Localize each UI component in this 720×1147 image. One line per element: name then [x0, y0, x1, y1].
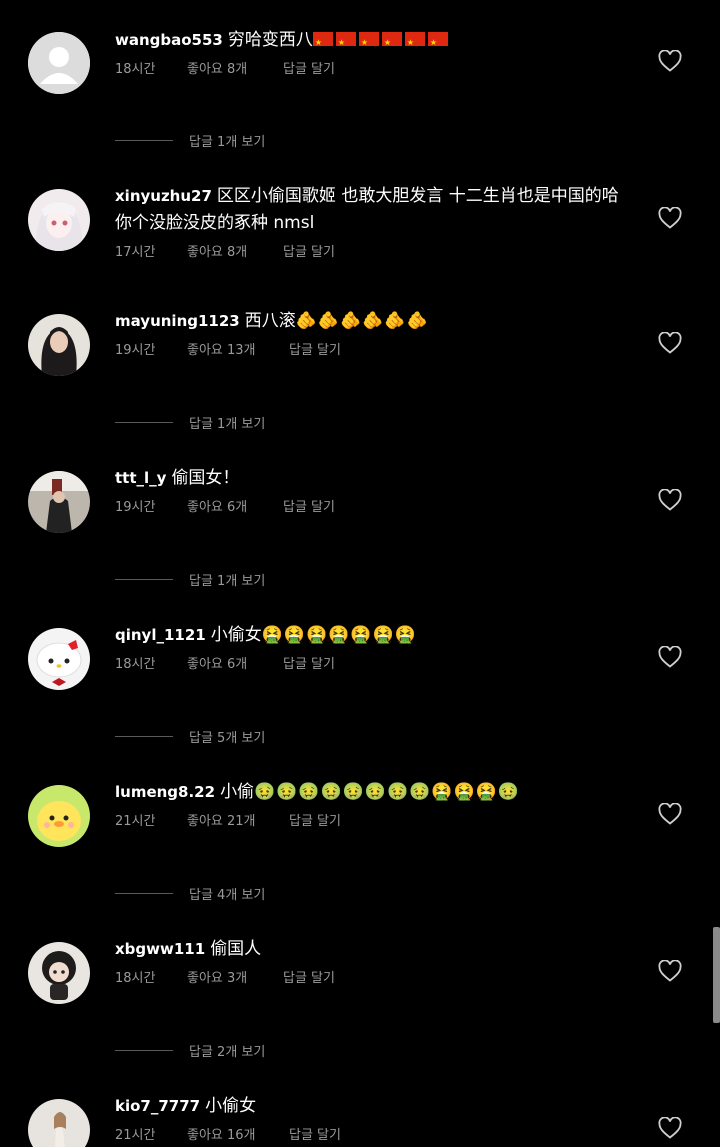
comment-text: 小偷女 — [205, 1096, 257, 1116]
username[interactable]: mayuning1123 — [115, 312, 240, 330]
emoji-text: 🤢🤢🤢🤢🤢🤢🤢🤢🤮🤮🤮🤢 — [254, 782, 521, 802]
like-heart-icon[interactable] — [658, 646, 682, 668]
reply-button[interactable]: 답글 달기 — [289, 810, 341, 829]
woman-photo-avatar — [28, 314, 90, 376]
username[interactable]: kio7_7777 — [115, 1097, 200, 1115]
like-heart-icon[interactable] — [658, 50, 682, 72]
like-count[interactable]: 좋아요 21개 — [187, 810, 289, 829]
emoji-text: 🤮🤮🤮🤮🤮🤮🤮 — [261, 625, 417, 645]
photo-avatar — [28, 471, 90, 533]
divider-line — [115, 1050, 173, 1051]
divider-line — [115, 736, 173, 737]
like-heart-icon[interactable] — [658, 332, 682, 354]
reply-button[interactable]: 답글 달기 — [283, 967, 335, 986]
comment-text: 小偷 — [220, 782, 255, 802]
emoji-text: 🫵🫵🫵🫵🫵🫵 — [295, 311, 429, 331]
username[interactable]: ttt_l_y — [115, 469, 166, 487]
like-count[interactable]: 좋아요 3개 — [187, 967, 283, 986]
avatar[interactable] — [28, 189, 90, 251]
reply-button[interactable]: 답글 달기 — [289, 339, 341, 358]
like-count[interactable]: 좋아요 13개 — [187, 339, 289, 358]
username[interactable]: qinyl_1121 — [115, 626, 206, 644]
like-heart-icon[interactable] — [658, 803, 682, 825]
comment-time: 18시간 — [115, 971, 156, 986]
reply-button[interactable]: 답글 달기 — [283, 58, 335, 77]
comment-time: 18시간 — [115, 657, 156, 672]
comment-time: 17시간 — [115, 245, 156, 260]
comment-text: 西八滚 — [244, 311, 296, 331]
username[interactable]: lumeng8.22 — [115, 783, 215, 801]
like-count[interactable]: 좋아요 16개 — [187, 1124, 289, 1143]
reply-button[interactable]: 답글 달기 — [283, 496, 335, 515]
comment-time: 21시간 — [115, 814, 156, 829]
avatar[interactable] — [28, 471, 90, 533]
reply-button[interactable]: 답글 달기 — [289, 1124, 341, 1143]
comment-time: 19시간 — [115, 343, 156, 358]
like-count[interactable]: 좋아요 6개 — [187, 653, 283, 672]
avatar[interactable] — [28, 942, 90, 1004]
flag-emojis — [312, 29, 451, 56]
divider-line — [115, 140, 173, 141]
comment-time: 21시간 — [115, 1128, 156, 1143]
like-count[interactable]: 좋아요 6개 — [187, 496, 283, 515]
like-heart-icon[interactable] — [658, 960, 682, 982]
avatar[interactable] — [28, 1099, 90, 1147]
avatar[interactable] — [28, 314, 90, 376]
default-avatar-icon — [28, 32, 90, 94]
username[interactable]: xinyuzhu27 — [115, 187, 212, 205]
like-count[interactable]: 좋아요 8개 — [187, 58, 283, 77]
comments-panel: wangbao553穷哈变西八 18시간좋아요 8개답글 달기 답글 1개 보기 — [0, 0, 720, 1147]
like-heart-icon[interactable] — [658, 1117, 682, 1139]
comment-text: 偷国人 — [210, 939, 262, 959]
anime-girl-avatar — [28, 189, 90, 251]
comment-text: 穷哈变西八 — [227, 30, 313, 50]
reply-button[interactable]: 답글 달기 — [283, 241, 335, 260]
figure-avatar — [28, 1099, 90, 1147]
comment-time: 19시간 — [115, 500, 156, 515]
comment-text: 偷国女！ — [171, 468, 240, 488]
divider-line — [115, 579, 173, 580]
doll-avatar — [28, 942, 90, 1004]
username[interactable]: xbgww111 — [115, 940, 205, 958]
username[interactable]: wangbao553 — [115, 31, 223, 49]
comment-text: 小偷女 — [210, 625, 262, 645]
comment-time: 18시간 — [115, 62, 156, 77]
like-heart-icon[interactable] — [658, 207, 682, 229]
yellow-chick-avatar — [28, 785, 90, 847]
divider-line — [115, 893, 173, 894]
like-heart-icon[interactable] — [658, 489, 682, 511]
scrollbar[interactable] — [713, 927, 720, 1023]
avatar[interactable] — [28, 785, 90, 847]
hello-kitty-avatar — [28, 628, 90, 690]
avatar[interactable] — [28, 628, 90, 690]
reply-button[interactable]: 답글 달기 — [283, 653, 335, 672]
divider-line — [115, 422, 173, 423]
avatar[interactable] — [28, 32, 90, 94]
like-count[interactable]: 좋아요 8개 — [187, 241, 283, 260]
